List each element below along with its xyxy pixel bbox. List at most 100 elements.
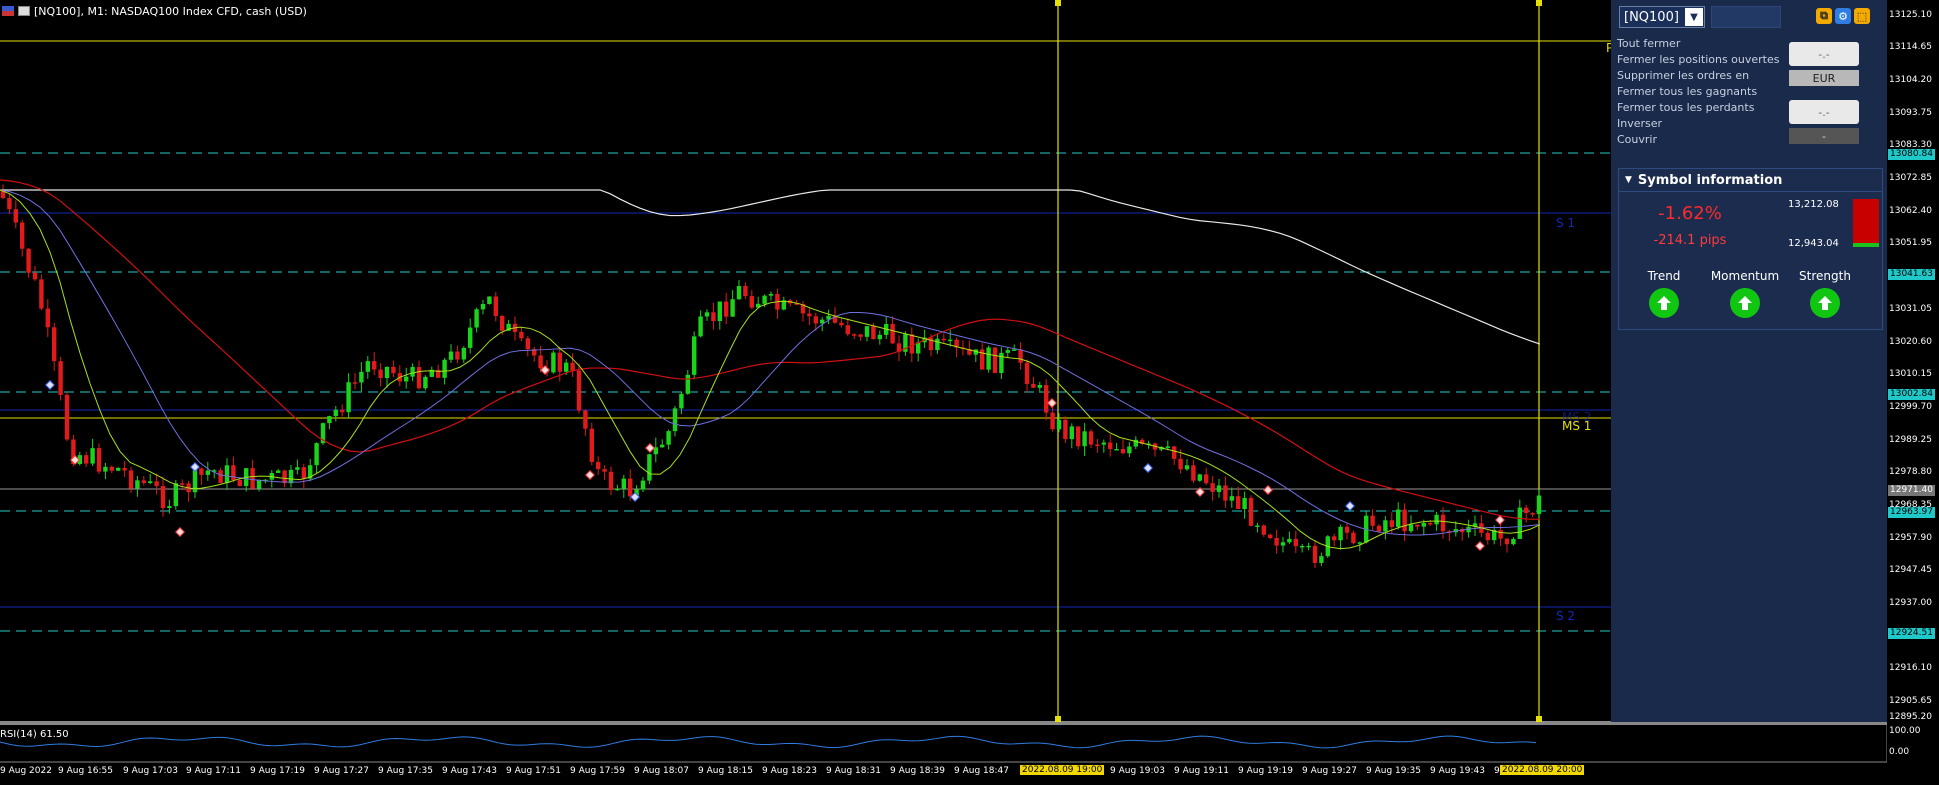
symbol-info-header[interactable]: ▼ Symbol information [1619, 169, 1882, 192]
candle-body [26, 248, 31, 273]
candle-body [564, 362, 569, 372]
buy-price-button[interactable]: -.- [1789, 100, 1859, 124]
candle-body [180, 483, 185, 485]
candle-body [1268, 534, 1273, 538]
time-tick-label: 9 Aug 18:39 [890, 766, 945, 776]
candle-body [474, 309, 479, 328]
candle-body [416, 367, 422, 389]
time-tick-label: 9 Aug 18:07 [634, 766, 689, 776]
candle-body [864, 326, 870, 337]
candle-body [672, 408, 678, 432]
candle-body [410, 367, 415, 377]
candle-body [1287, 538, 1292, 543]
price-tick-label: 12947.45 [1889, 565, 1932, 575]
candle-body [461, 347, 466, 360]
range-low: 12,943.04 [1788, 238, 1839, 249]
cursor-handle [1536, 716, 1542, 722]
candle-body [301, 467, 306, 479]
candle-body [1095, 444, 1100, 447]
candle-body [64, 394, 70, 440]
candle-body [1018, 349, 1023, 363]
range-high: 13,212.08 [1788, 199, 1839, 210]
menu-close-winners[interactable]: Fermer tous les gagnants [1617, 84, 1780, 100]
range-bar-current [1853, 243, 1879, 247]
change-pips: -214.1 pips [1653, 233, 1727, 248]
price-tick-label: 12957.90 [1889, 533, 1932, 543]
sell-price-button[interactable]: -.- [1789, 42, 1859, 66]
candle-body [1536, 495, 1542, 515]
candle-body [551, 352, 556, 373]
candle-body [250, 468, 255, 489]
menu-hedge[interactable]: Couvrir [1617, 132, 1780, 148]
menu-close-losers[interactable]: Fermer tous les perdants [1617, 100, 1780, 116]
candle-body [1063, 419, 1068, 440]
price-tick-label: 13020.60 [1889, 337, 1932, 347]
candle-body [1332, 536, 1337, 541]
candle-body [1396, 509, 1401, 527]
expand-icon[interactable]: ⬚ [1854, 8, 1870, 24]
fractal-marker [1475, 541, 1485, 551]
collapse-triangle-icon[interactable]: ▼ [1625, 175, 1632, 185]
candle-body [90, 448, 95, 464]
candle-body [1127, 446, 1132, 454]
time-tick-label: 9 Aug 19:43 [1430, 766, 1485, 776]
candle-body [1210, 483, 1215, 492]
price-tick-label: 13051.95 [1889, 238, 1932, 248]
candle-body [1165, 446, 1170, 448]
candle-body [839, 322, 844, 326]
candle-body [858, 334, 863, 337]
currency-label: EUR [1789, 70, 1859, 86]
candle-body [122, 467, 127, 471]
gear-icon[interactable]: ⚙ [1835, 8, 1851, 24]
menu-close-open-positions[interactable]: Fermer les positions ouvertes [1617, 52, 1780, 68]
candle-body [1197, 474, 1202, 481]
symbol-select[interactable]: [NQ100] ▼ [1619, 6, 1705, 28]
candle-body [1037, 385, 1042, 388]
fractal-marker [645, 443, 655, 453]
candle-body [45, 308, 50, 328]
time-cursor-tag: 2022.08.09 20:00 [1500, 765, 1585, 775]
candle-body [1280, 542, 1286, 546]
candle-body [743, 286, 748, 297]
candle-body [1312, 545, 1318, 563]
candle-body [154, 481, 159, 486]
candle-body [231, 465, 236, 481]
fractal-marker [1495, 515, 1505, 525]
chevron-down-icon[interactable]: ▼ [1685, 8, 1703, 26]
volume-input[interactable] [1711, 6, 1781, 28]
menu-delete-orders[interactable]: Supprimer les ordres en [1617, 68, 1780, 84]
price-tag: 12971.40 [1888, 485, 1935, 496]
fractal-marker [45, 380, 55, 390]
candle-body [1101, 442, 1106, 445]
candle-body [314, 443, 319, 466]
candle-body [596, 461, 601, 470]
price-tick-label: 12937.00 [1889, 598, 1932, 608]
candle-body [116, 467, 121, 471]
candle-body [1236, 496, 1241, 509]
candle-body [365, 361, 370, 372]
candle-body [295, 467, 300, 470]
candle-body [167, 506, 172, 508]
candle-body [282, 470, 287, 484]
candle-body [13, 209, 18, 223]
candle-body [692, 336, 697, 375]
candle-body [602, 469, 607, 472]
candle-body [640, 480, 646, 490]
candle-body [877, 334, 882, 340]
candle-body [20, 222, 25, 249]
copy-icon[interactable]: ⧉ [1816, 8, 1832, 24]
time-tick-label: 9 Aug 17:03 [123, 766, 178, 776]
candle-body [628, 478, 633, 497]
candle-body [1306, 545, 1311, 548]
candle-body [1383, 520, 1388, 532]
menu-reverse[interactable]: Inverser [1617, 116, 1780, 132]
rsi-axis: 100.00 0.00 [1887, 722, 1939, 762]
candle-body [570, 362, 575, 371]
candle-body [1031, 383, 1036, 388]
ma-100-line [0, 179, 1541, 520]
time-tick-label: 9 Aug 18:31 [826, 766, 881, 776]
menu-close-all[interactable]: Tout fermer [1617, 36, 1780, 52]
price-chart[interactable] [0, 0, 1887, 785]
candle-body [890, 323, 895, 344]
candle-body [992, 347, 998, 373]
